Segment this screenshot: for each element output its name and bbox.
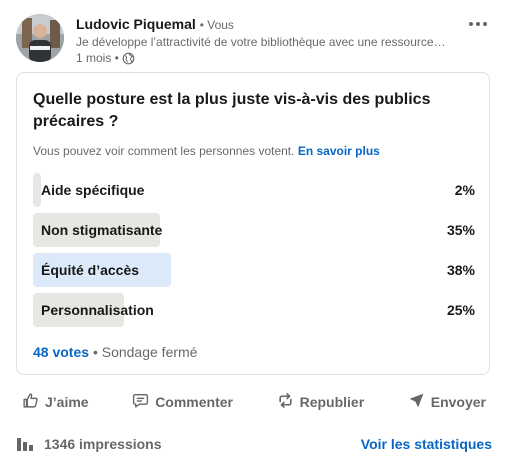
poll-option-percent: 38%: [446, 262, 475, 278]
learn-more-link[interactable]: En savoir plus: [298, 144, 380, 158]
poll-option: Aide spécifique 2%: [33, 173, 475, 207]
poll-option-percent: 35%: [446, 222, 475, 238]
analytics-bar-icon: [16, 435, 36, 454]
author-relation: • Vous: [199, 18, 234, 32]
poll-option: Équité d’accès 38%: [33, 253, 475, 287]
repost-icon: [277, 392, 294, 412]
thumbs-up-icon: [22, 392, 39, 412]
comment-icon: [132, 392, 149, 412]
impressions[interactable]: 1346 impressions: [16, 435, 162, 454]
poll-option-bar: [33, 173, 41, 207]
poll-option-percent: 25%: [446, 302, 475, 318]
more-options-icon[interactable]: [464, 12, 492, 36]
poll-option-label: Personnalisation: [41, 302, 154, 318]
poll-option-label: Aide spécifique: [41, 182, 145, 198]
send-label: Envoyer: [430, 394, 486, 410]
poll-visibility-note: Vous pouvez voir comment les personnes v…: [33, 143, 380, 159]
poll-option-label: Équité d’accès: [41, 262, 140, 278]
send-button[interactable]: Envoyer: [396, 386, 498, 418]
view-statistics-link[interactable]: Voir les statistiques: [361, 436, 492, 452]
impressions-count: 1346 impressions: [44, 436, 162, 452]
comment-label: Commenter: [155, 394, 233, 410]
send-icon: [408, 392, 425, 412]
post-actions: J’aime Commenter Republier Envoyer: [10, 386, 498, 418]
author-name[interactable]: Ludovic Piquemal: [76, 16, 196, 32]
comment-button[interactable]: Commenter: [120, 386, 245, 418]
like-button[interactable]: J’aime: [10, 386, 101, 418]
poll-card: Quelle posture est la plus juste vis-à-v…: [16, 72, 490, 375]
repost-label: Republier: [299, 394, 365, 410]
poll-option-percent: 2%: [454, 182, 475, 198]
poll-option: Personnalisation 25%: [33, 293, 475, 327]
post-header: Ludovic Piquemal • Vous Je développe l’a…: [16, 12, 492, 68]
post-time: 1 mois •: [76, 51, 119, 65]
poll-question: Quelle posture est la plus juste vis-à-v…: [33, 91, 431, 130]
avatar[interactable]: [16, 14, 64, 62]
repost-button[interactable]: Republier: [265, 386, 377, 418]
poll-visibility-text: Vous pouvez voir comment les personnes v…: [33, 144, 295, 158]
like-label: J’aime: [45, 394, 89, 410]
poll-footer: 48 votes • Sondage fermé: [33, 343, 197, 361]
poll-option: Non stigmatisante 35%: [33, 213, 475, 247]
poll-status: • Sondage fermé: [92, 344, 198, 360]
post-stats: 1346 impressions Voir les statistiques: [16, 432, 492, 456]
globe-icon: [122, 52, 135, 65]
author-tagline: Je développe l’attractivité de votre bib…: [76, 35, 446, 49]
poll-option-label: Non stigmatisante: [41, 222, 163, 238]
poll-votes-link[interactable]: 48 votes: [33, 344, 89, 360]
